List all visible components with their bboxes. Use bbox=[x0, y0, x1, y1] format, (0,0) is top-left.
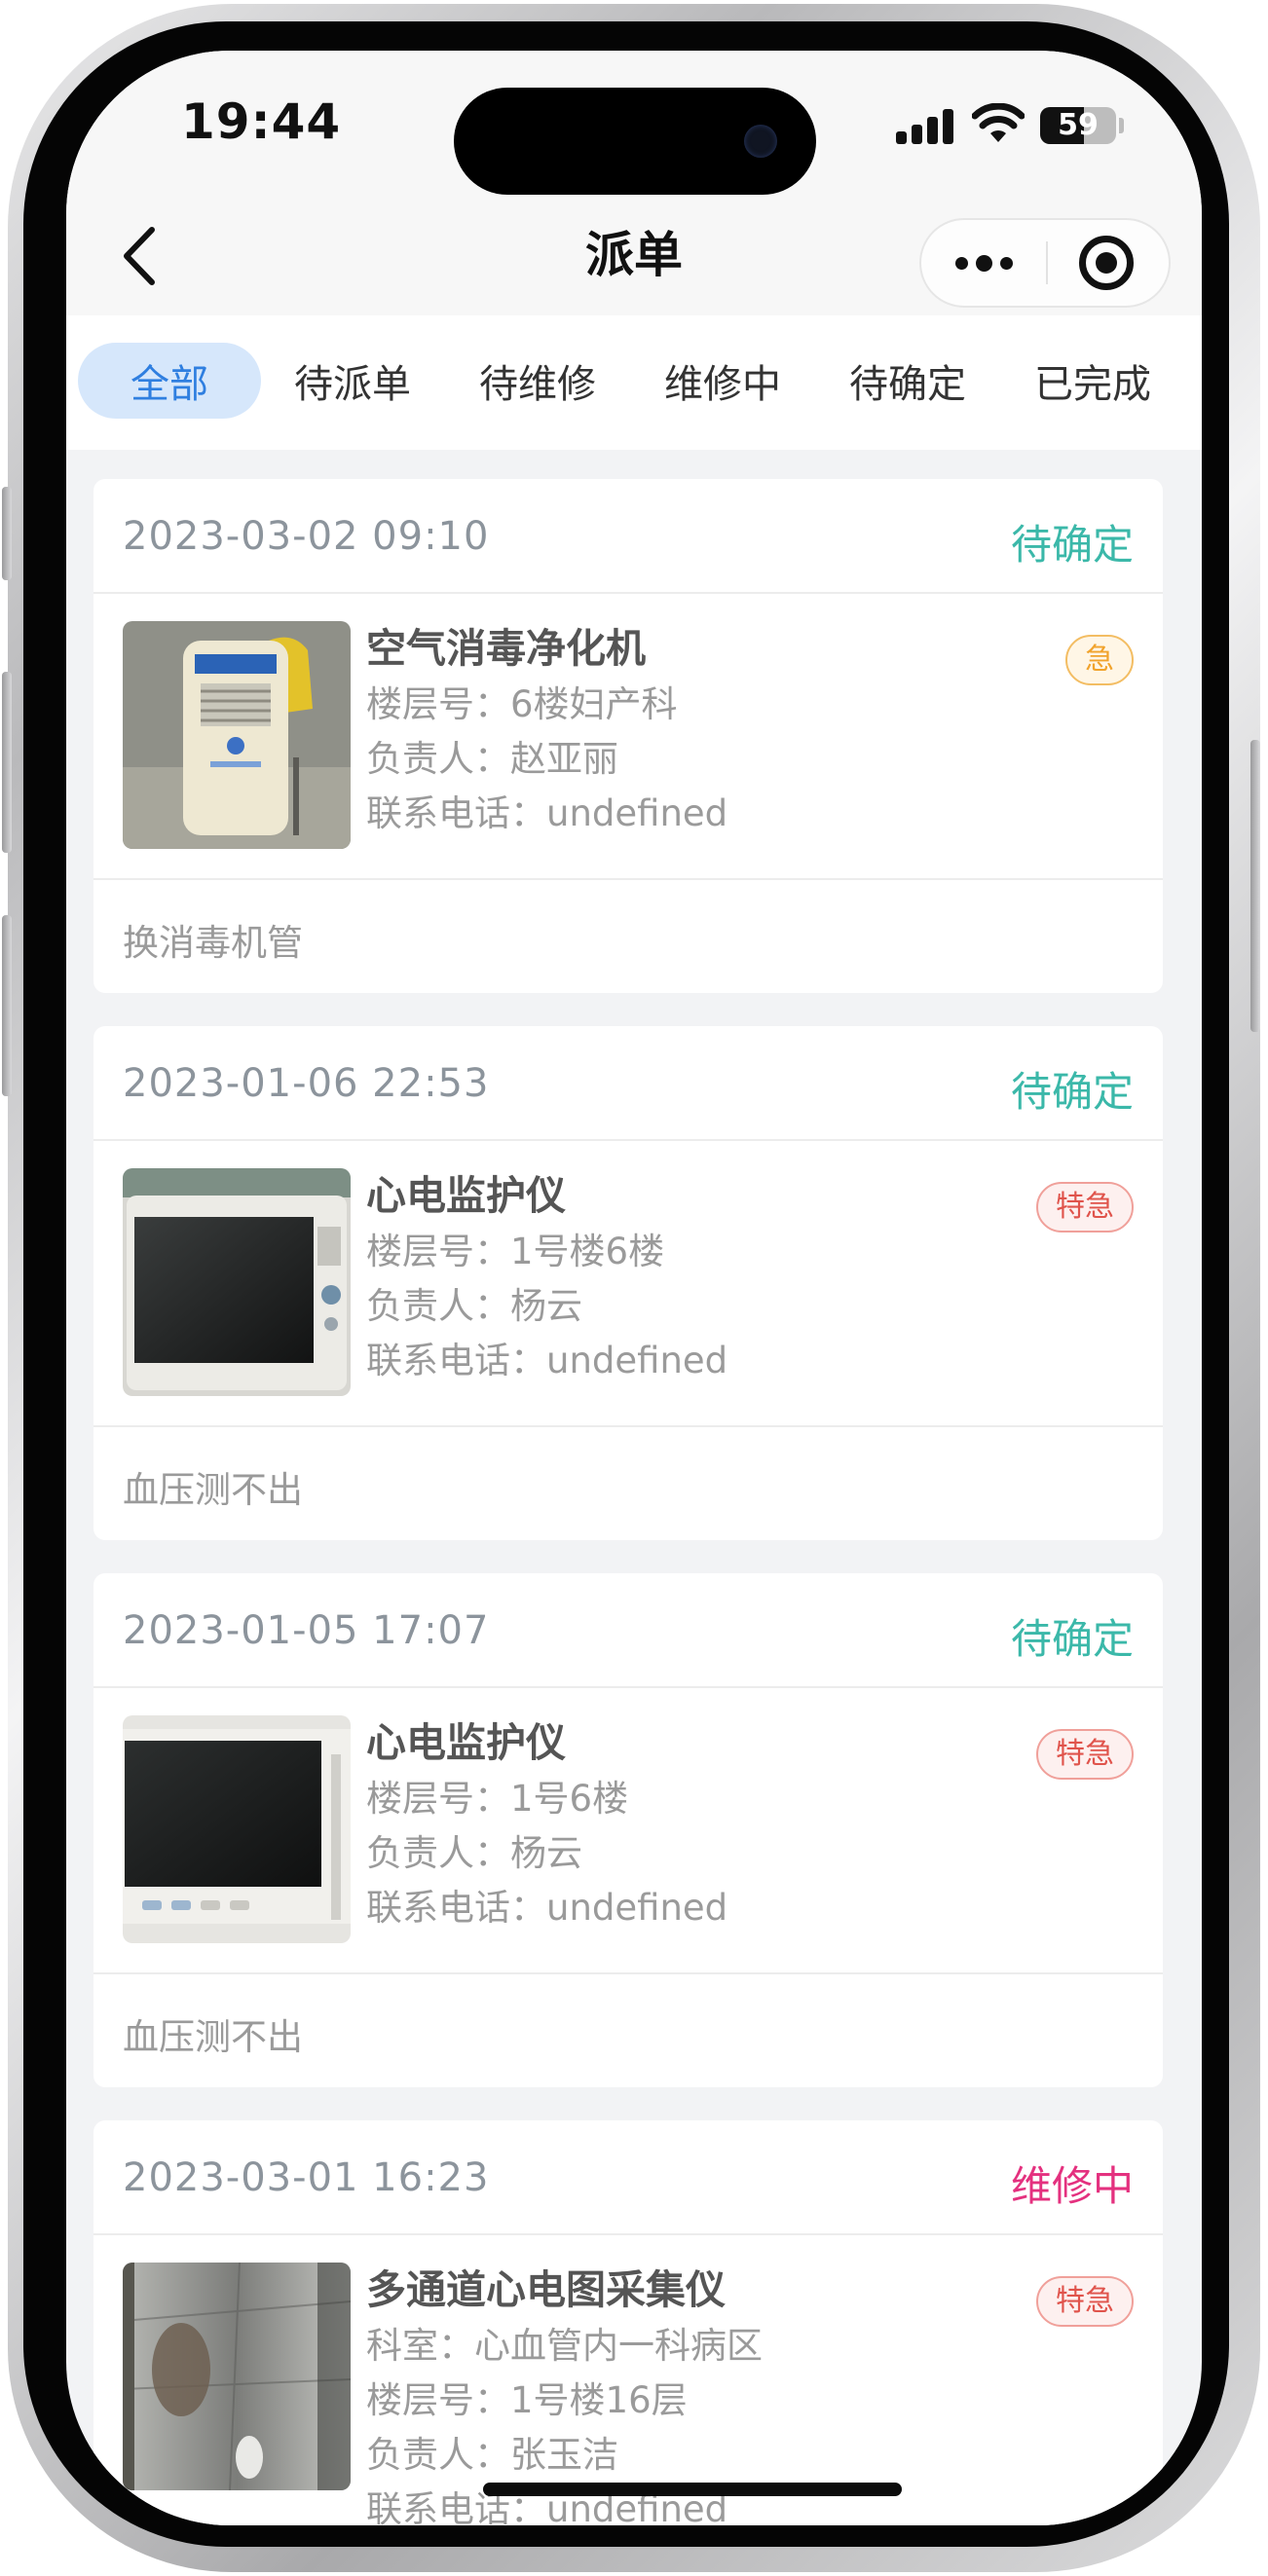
capsule-divider bbox=[1046, 241, 1048, 284]
device-photo bbox=[123, 1168, 351, 1396]
order-date: 2023-03-02 09:10 bbox=[123, 514, 490, 559]
order-status: 维修中 bbox=[1010, 2162, 1134, 2210]
person-line: 负责人：杨云 bbox=[366, 1285, 582, 1327]
device-photo bbox=[123, 2263, 351, 2490]
device-photo bbox=[123, 1715, 351, 1943]
device-info: 心电监护仪 楼层号：1号6楼 负责人：杨云 联系电话：undefined bbox=[366, 1715, 727, 1935]
phone-line: 联系电话：undefined bbox=[366, 1887, 728, 1929]
more-button[interactable] bbox=[921, 220, 1046, 306]
nav-bar: 派单 bbox=[66, 197, 1202, 315]
cellular-signal-icon bbox=[896, 109, 956, 144]
tab-pending-dispatch[interactable]: 待派单 bbox=[263, 343, 442, 419]
device-name: 空气消毒净化机 bbox=[366, 625, 646, 672]
priority-badge: 急 bbox=[1065, 635, 1134, 685]
order-status: 待确定 bbox=[1010, 521, 1134, 569]
tab-all[interactable]: 全部 bbox=[78, 343, 261, 419]
volume-up-button bbox=[2, 672, 12, 853]
person-line: 负责人：张玉洁 bbox=[366, 2434, 618, 2476]
card-footer: 血压测不出 bbox=[93, 1974, 1163, 2087]
home-indicator bbox=[483, 2483, 902, 2496]
battery-level: 59 bbox=[1058, 108, 1099, 142]
floor-line: 楼层号：1号楼6楼 bbox=[366, 1231, 665, 1272]
order-card[interactable]: 2023-03-02 09:10 待确定 空气消毒净化机 楼层号：6楼妇产科 负… bbox=[93, 479, 1163, 993]
tab-pending-confirm[interactable]: 待确定 bbox=[818, 343, 997, 419]
floor-line: 楼层号：1号楼16层 bbox=[366, 2379, 688, 2421]
card-header: 2023-03-02 09:10 待确定 bbox=[93, 479, 1163, 594]
tab-completed[interactable]: 已完成 bbox=[1003, 343, 1182, 419]
action-button bbox=[2, 487, 12, 580]
card-body: 心电监护仪 楼层号：1号楼6楼 负责人：杨云 联系电话：undefined 特急 bbox=[93, 1141, 1163, 1427]
battery-tip bbox=[1119, 118, 1124, 133]
phone-line: 联系电话：undefined bbox=[366, 1340, 728, 1381]
priority-badge: 特急 bbox=[1036, 1729, 1134, 1780]
order-status: 待确定 bbox=[1010, 1068, 1134, 1116]
device-photo bbox=[123, 621, 351, 849]
department-line: 科室：心血管内一科病区 bbox=[366, 2325, 763, 2367]
card-header: 2023-03-01 16:23 维修中 bbox=[93, 2120, 1163, 2235]
fault-remark: 换消毒机管 bbox=[123, 922, 303, 964]
card-footer: 血压测不出 bbox=[93, 1427, 1163, 1540]
device-info: 心电监护仪 楼层号：1号楼6楼 负责人：杨云 联系电话：undefined bbox=[366, 1168, 727, 1388]
battery-icon: 59 bbox=[1040, 107, 1116, 144]
close-miniprogram-button[interactable] bbox=[1079, 236, 1134, 290]
camera-lens bbox=[744, 125, 777, 158]
order-status: 待确定 bbox=[1010, 1615, 1134, 1663]
card-header: 2023-01-05 17:07 待确定 bbox=[93, 1573, 1163, 1688]
order-date: 2023-01-05 17:07 bbox=[123, 1608, 490, 1653]
volume-down-button bbox=[2, 915, 12, 1096]
device-info: 空气消毒净化机 楼层号：6楼妇产科 负责人：赵亚丽 联系电话：undefined bbox=[366, 621, 727, 841]
status-bar: 19:44 59 bbox=[66, 51, 1202, 197]
wifi-icon bbox=[972, 103, 1025, 142]
order-card[interactable]: 2023-03-01 16:23 维修中 多通道心电图采集仪 科室：心血管内一科… bbox=[93, 2120, 1163, 2525]
device-name: 多通道心电图采集仪 bbox=[366, 2266, 726, 2313]
more-dots-icon bbox=[954, 256, 968, 270]
card-body: 空气消毒净化机 楼层号：6楼妇产科 负责人：赵亚丽 联系电话：undefined… bbox=[93, 594, 1163, 880]
floor-line: 楼层号：6楼妇产科 bbox=[366, 683, 678, 725]
card-body: 心电监护仪 楼层号：1号6楼 负责人：杨云 联系电话：undefined 特急 bbox=[93, 1688, 1163, 1974]
order-card[interactable]: 2023-01-05 17:07 待确定 心电监护仪 楼层号：1号6楼 负责人：… bbox=[93, 1573, 1163, 2087]
person-line: 负责人：赵亚丽 bbox=[366, 738, 618, 780]
device-name: 心电监护仪 bbox=[366, 1719, 566, 1766]
phone-line: 联系电话：undefined bbox=[366, 792, 728, 834]
card-header: 2023-01-06 22:53 待确定 bbox=[93, 1026, 1163, 1141]
order-date: 2023-03-01 16:23 bbox=[123, 2155, 490, 2200]
person-line: 负责人：杨云 bbox=[366, 1832, 582, 1874]
miniprogram-capsule bbox=[919, 218, 1171, 308]
screen: 19:44 59 派单 全部 待派单 待维修 维修中 待确定 已完成 2023-… bbox=[66, 51, 1202, 2525]
device-name: 心电监护仪 bbox=[366, 1172, 566, 1219]
floor-line: 楼层号：1号6楼 bbox=[366, 1778, 629, 1820]
tab-pending-repair[interactable]: 待维修 bbox=[448, 343, 627, 419]
dynamic-island bbox=[454, 88, 816, 195]
power-button bbox=[1250, 740, 1260, 1032]
tab-in-repair[interactable]: 维修中 bbox=[633, 343, 812, 419]
priority-badge: 特急 bbox=[1036, 1182, 1134, 1233]
priority-badge: 特急 bbox=[1036, 2276, 1134, 2327]
order-card[interactable]: 2023-01-06 22:53 待确定 心电监护仪 楼层号：1号楼6楼 负责人… bbox=[93, 1026, 1163, 1540]
card-footer: 换消毒机管 bbox=[93, 880, 1163, 993]
status-tabs: 全部 待派单 待维修 维修中 待确定 已完成 bbox=[66, 315, 1202, 450]
fault-remark: 血压测不出 bbox=[123, 2016, 303, 2058]
order-date: 2023-01-06 22:53 bbox=[123, 1061, 490, 1106]
status-time: 19:44 bbox=[181, 93, 342, 150]
fault-remark: 血压测不出 bbox=[123, 1469, 303, 1511]
